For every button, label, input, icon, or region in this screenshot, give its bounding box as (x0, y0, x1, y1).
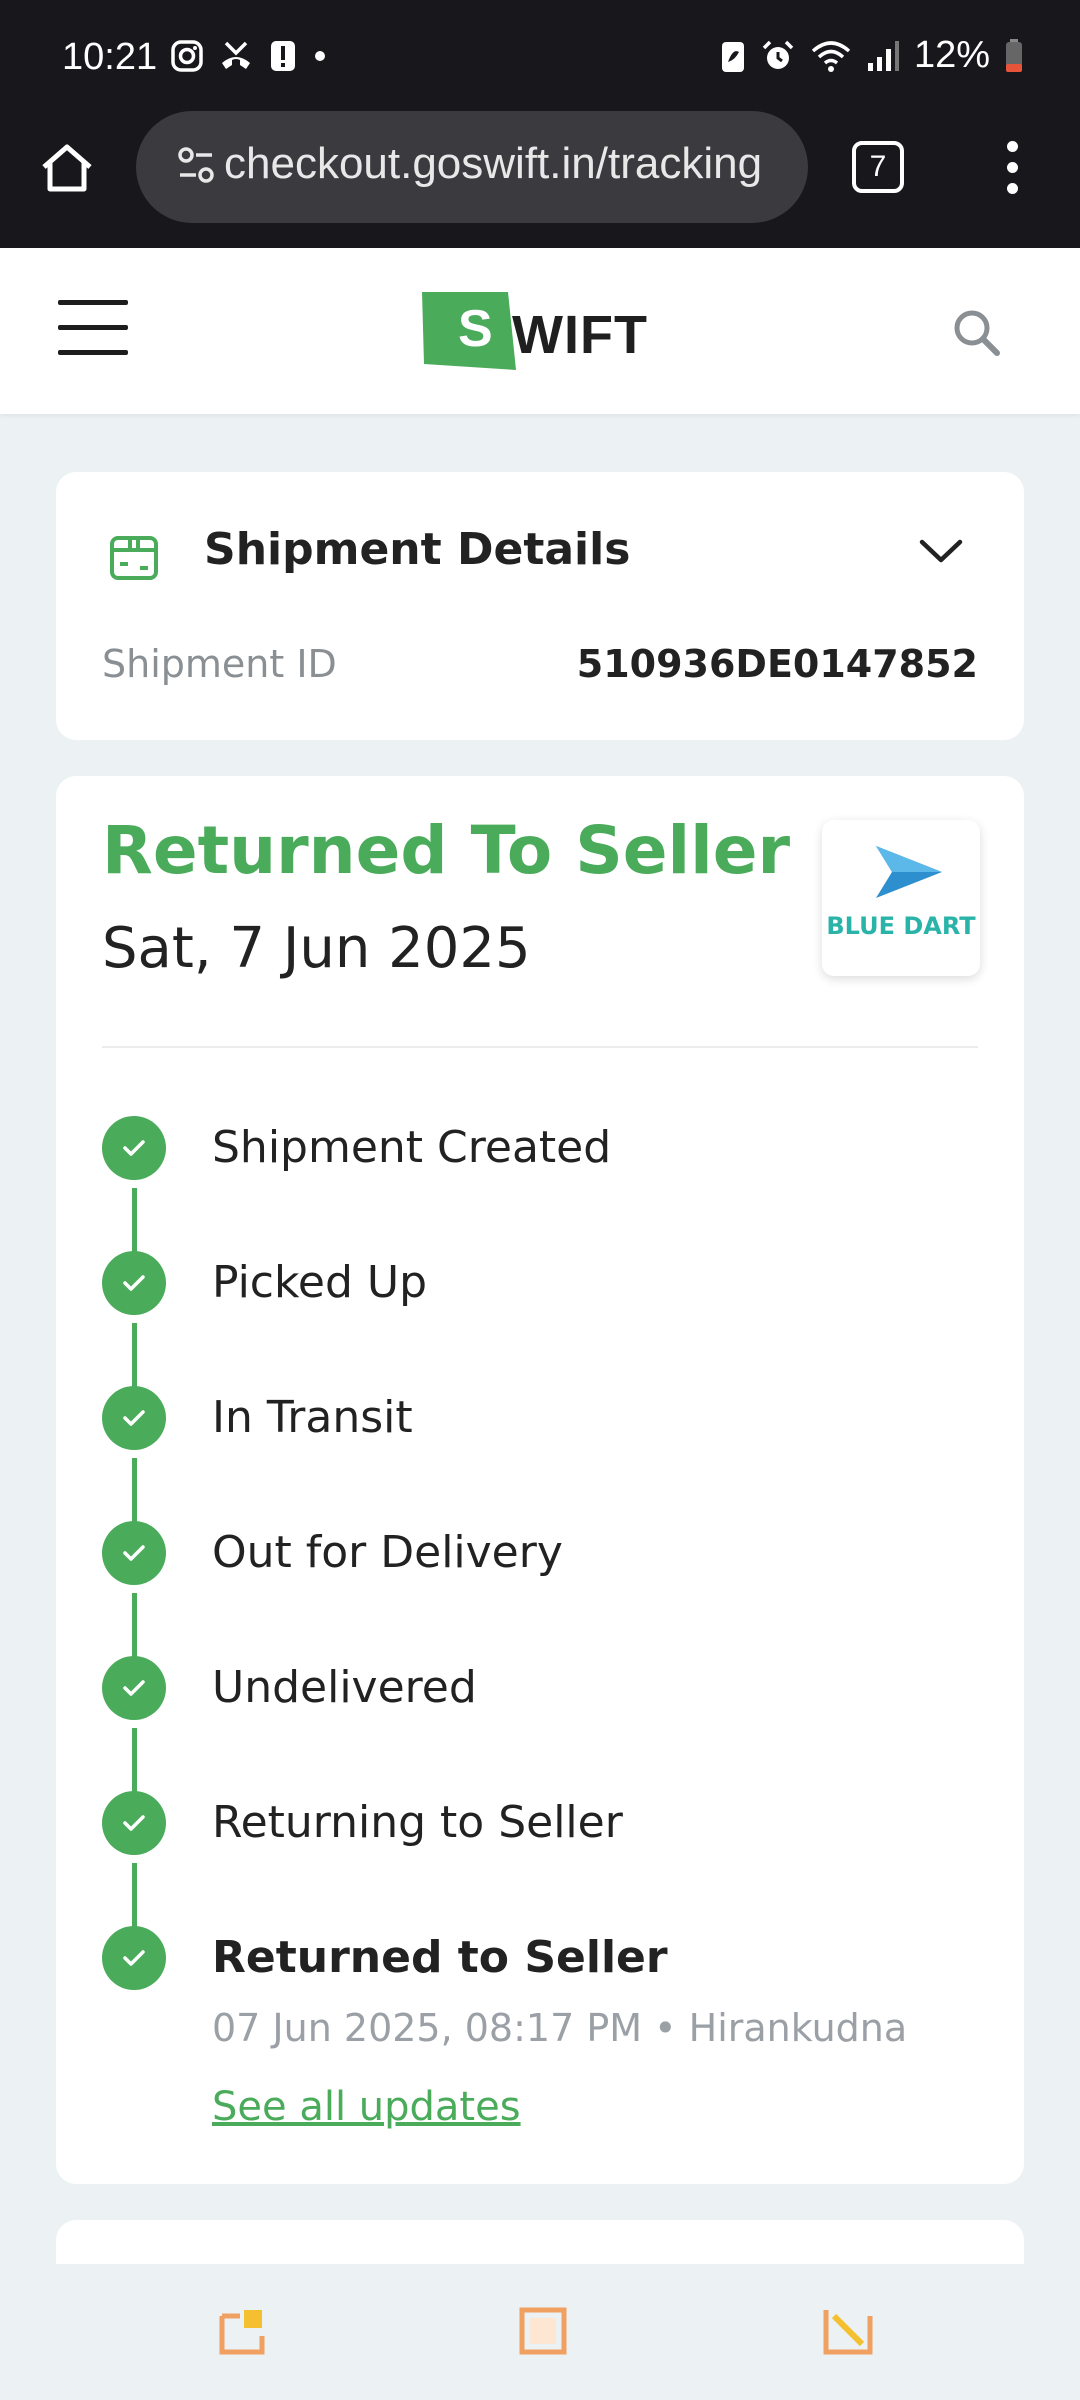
timeline-step: Picked Up (102, 1251, 982, 1317)
signal-icon (867, 40, 899, 71)
shipment-id-label: Shipment ID (102, 642, 337, 686)
check-icon (102, 1386, 166, 1450)
last-update-meta: 07 Jun 2025, 08:17 PM • Hirankudna (212, 2006, 908, 2050)
timeline-step: Undelivered (102, 1656, 982, 1722)
step-label: Shipment Created (212, 1122, 612, 1173)
timeline-step: Returning to Seller (102, 1791, 982, 1857)
check-icon (102, 1656, 166, 1720)
browser-toolbar: checkout.goswift.in/tracking 7 (0, 105, 1080, 248)
step-label: Returned to Seller (212, 1932, 668, 1983)
swift-logo[interactable]: S WIFT (420, 286, 660, 376)
check-icon (102, 1791, 166, 1855)
tab-switcher-button[interactable]: 7 (852, 141, 904, 193)
timeline-step: Returned to Seller (102, 1926, 982, 1992)
step-label: Picked Up (212, 1257, 428, 1308)
alert-icon (271, 41, 295, 71)
divider (102, 1046, 978, 1048)
hamburger-menu-button[interactable] (58, 300, 128, 358)
logo-text: WIFT (512, 305, 648, 365)
browser-home-button[interactable] (38, 139, 96, 197)
shipment-id-value: 510936DE0147852 (576, 642, 978, 686)
missed-call-icon (222, 41, 250, 69)
status-bar: 10:21 12% (0, 0, 1080, 118)
timeline-step: Shipment Created (102, 1116, 982, 1182)
recent-apps-icon[interactable] (218, 2306, 272, 2356)
back-nav-icon[interactable] (822, 2306, 876, 2356)
shipment-details-card[interactable]: Shipment Details Shipment ID 510936DE014… (56, 472, 1024, 740)
wifi-icon (811, 40, 851, 72)
check-icon (102, 1521, 166, 1585)
app-header: S WIFT (0, 248, 1080, 414)
notification-icons (170, 38, 328, 74)
step-label: Out for Delivery (212, 1527, 563, 1578)
instagram-icon (171, 40, 203, 72)
timeline-connector (132, 1863, 137, 1935)
browser-menu-button[interactable] (998, 141, 1026, 197)
search-icon (954, 310, 1000, 356)
alarm-icon (762, 40, 794, 69)
home-icon (42, 144, 92, 192)
current-status: Returned To Seller (102, 812, 791, 889)
dot-icon (315, 51, 325, 61)
svg-text:S: S (458, 300, 493, 358)
tracking-card: Returned To Seller Sat, 7 Jun 2025 BLUE … (56, 776, 1024, 2184)
search-button[interactable] (950, 306, 1002, 358)
step-label: In Transit (212, 1392, 413, 1443)
battery-saver-icon (721, 41, 744, 72)
chevron-down-icon (919, 539, 963, 563)
system-nav-bar (0, 2264, 1080, 2400)
timeline-connector (132, 1458, 137, 1530)
check-icon (102, 1926, 166, 1990)
see-all-updates-link[interactable]: See all updates (212, 2084, 521, 2130)
logo-mark: S (422, 292, 516, 370)
step-label: Returning to Seller (212, 1797, 623, 1848)
timeline-connector (132, 1323, 137, 1395)
timeline-connector (132, 1188, 137, 1260)
status-date: Sat, 7 Jun 2025 (102, 916, 531, 981)
url-text: checkout.goswift.in/tracking (224, 139, 763, 188)
battery-icon (1006, 38, 1022, 72)
package-icon (110, 536, 158, 580)
timeline-step: In Transit (102, 1386, 982, 1452)
home-nav-icon[interactable] (518, 2306, 568, 2356)
shipment-details-title: Shipment Details (204, 524, 631, 575)
courier-name: BLUE DART (826, 912, 976, 940)
timeline-connector (132, 1728, 137, 1800)
site-settings-icon (178, 147, 214, 183)
check-icon (102, 1251, 166, 1315)
status-time: 10:21 (62, 36, 158, 78)
check-icon (102, 1116, 166, 1180)
address-bar[interactable]: checkout.goswift.in/tracking (136, 111, 808, 223)
timeline-connector (132, 1593, 137, 1665)
system-icons: 12% (720, 34, 1024, 77)
blue-dart-arrow-icon (876, 846, 942, 898)
step-label: Undelivered (212, 1662, 477, 1713)
courier-logo: BLUE DART (822, 820, 980, 976)
timeline-step: Out for Delivery (102, 1521, 982, 1587)
battery-percent: 12% (913, 34, 990, 76)
